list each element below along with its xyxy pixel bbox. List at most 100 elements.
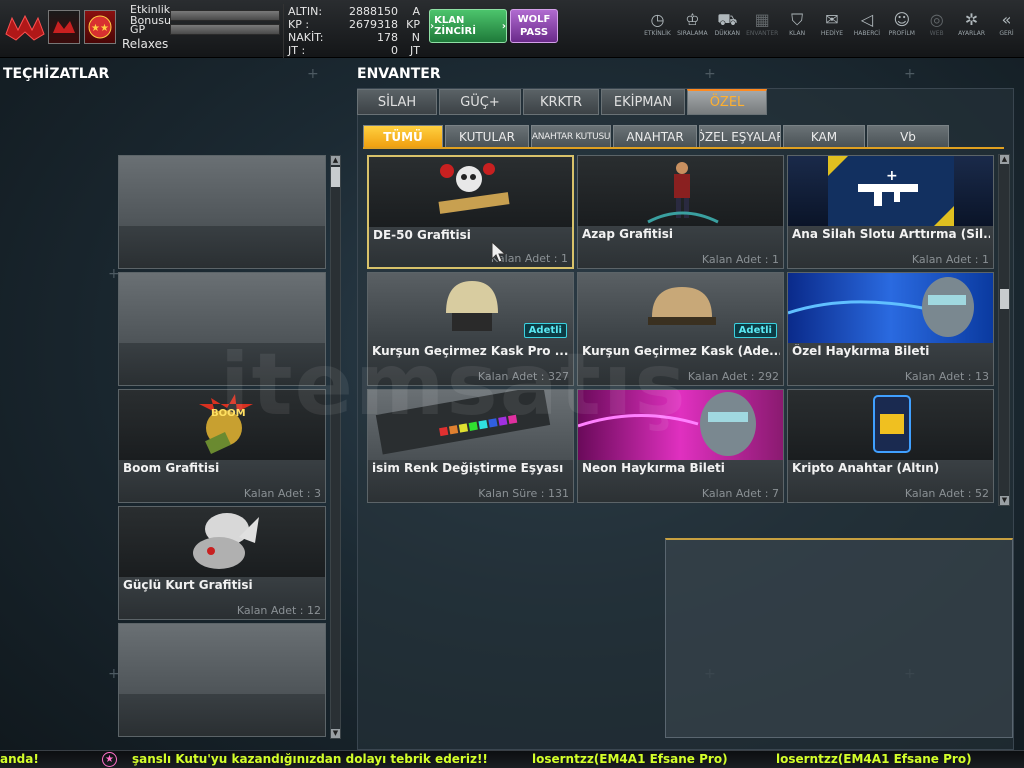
nav-cart[interactable]: ⛟ DÜKKAN	[710, 10, 745, 50]
nav-globe[interactable]: ◎ WEB	[919, 10, 954, 50]
ticker-message: loserntzz(EM4A1 Efsane Pro)	[532, 752, 728, 766]
item-count: Kalan Süre : 131	[478, 487, 569, 500]
nav-megaphone[interactable]: ◁ HABERCİ	[849, 10, 884, 50]
news-ticker: anda! ★ şanslı Kutu'yu kazandığınızdan d…	[0, 750, 1024, 768]
countable-badge: Adetli	[733, 323, 777, 338]
subtab-key[interactable]: ANAHTAR	[613, 125, 697, 148]
nav-profile[interactable]: ☺ PROFİLM	[884, 10, 919, 50]
game-logo-icon	[5, 14, 45, 41]
cash-value: 178	[377, 31, 398, 44]
subtab-key-box[interactable]: ANAHTAR KUTUSU	[531, 125, 611, 148]
item-count: Kalan Adet : 52	[904, 487, 989, 500]
inventory-icon: ▦	[754, 10, 770, 29]
item-name: isim Renk Değiştirme Eşyası	[372, 461, 564, 475]
stopwatch-icon: ◷	[650, 10, 665, 29]
subtab-other[interactable]: Vb	[867, 125, 949, 148]
inventory-item[interactable]: + Ana Silah Slotu Arttırma (Sil... Kalan…	[787, 155, 994, 269]
gp-label: GP	[130, 23, 146, 36]
cash-row: NAKİT: 178 N	[288, 32, 424, 44]
nav-label: KLAN	[789, 30, 806, 37]
ticker-message: loserntzz(EM4A1 Efsane Pro)	[776, 752, 972, 766]
slot-image	[119, 624, 325, 694]
subtab-all[interactable]: TÜMÜ	[363, 125, 443, 148]
globe-icon: ◎	[929, 10, 944, 29]
tab-weapon[interactable]: SİLAH	[357, 89, 437, 115]
inventory-item[interactable]: Azap Grafitisi Kalan Adet : 1	[577, 155, 784, 269]
equipment-scrollbar[interactable]: ▲ ▼	[330, 155, 341, 739]
back-chevrons-icon: «	[1001, 10, 1012, 29]
crypto-key-gold-image	[788, 390, 993, 460]
chevron-right-icon: ›	[501, 20, 506, 32]
main-weapon-slot-image: +	[788, 156, 993, 226]
nav-label: HABERCİ	[853, 30, 881, 37]
equipment-slot[interactable]	[118, 155, 326, 269]
item-name: Boom Grafitisi	[123, 461, 220, 475]
nav-back-chevrons[interactable]: «GERİ	[989, 10, 1024, 50]
clan-chain-button[interactable]: › KLAN ZİNCİRİ ›	[429, 9, 507, 43]
item-name: Ana Silah Slotu Arttırma (Sil...	[792, 227, 990, 241]
item-count: Kalan Adet : 7	[701, 487, 779, 500]
nav-label: ENVANTER	[746, 30, 779, 37]
scroll-up-icon[interactable]: ▲	[331, 156, 340, 165]
equipment-slot[interactable]: Güçlü Kurt Grafitisi Kalan Adet : 12	[118, 506, 326, 620]
star-icon: ★	[102, 752, 117, 767]
wolf-pass-label-line2: PASS	[519, 27, 549, 38]
plus-marker-icon: +	[704, 66, 716, 82]
tab-character[interactable]: KRKTR	[523, 89, 599, 115]
nav-stopwatch[interactable]: ◷ ETKİNLİK	[640, 10, 675, 50]
nav-gift[interactable]: ✉ HEDİYE	[815, 10, 850, 50]
scroll-down-icon[interactable]: ▼	[331, 729, 340, 738]
kp-label: KP :	[288, 18, 310, 31]
nav-label: WEB	[929, 30, 944, 37]
nav-medal[interactable]: ♔ SIRALAMA	[675, 10, 710, 50]
cart-icon: ⛟	[717, 10, 738, 29]
tab-special[interactable]: ÖZEL	[687, 89, 767, 115]
tab-equipment[interactable]: EKİPMAN	[601, 89, 685, 115]
ticker-message: anda!	[0, 752, 39, 766]
scroll-down-icon[interactable]: ▼	[1000, 496, 1009, 505]
inventory-scrollbar[interactable]: ▲ ▼	[998, 154, 1010, 506]
nav-gear[interactable]: ✲ AYARLAR	[954, 10, 989, 50]
jt-value: 0	[391, 44, 398, 57]
scroll-thumb[interactable]	[1000, 289, 1009, 309]
equipment-slot[interactable]	[118, 623, 326, 737]
subtab-special-items[interactable]: ÖZEL EŞYALAR	[699, 125, 781, 148]
plus-marker-icon: +	[904, 66, 916, 82]
nav-inventory[interactable]: ▦ ENVANTER	[745, 10, 780, 50]
inventory-title: ENVANTER	[357, 66, 441, 82]
inventory-item[interactable]: Özel Haykırma Bileti Kalan Adet : 13	[787, 272, 994, 386]
slot-image	[119, 156, 325, 226]
equipment-list: BOOM Boom Grafitisi Kalan Adet : 3 Güçlü…	[118, 155, 326, 737]
subtab-boxes[interactable]: KUTULAR	[445, 125, 529, 148]
rank-stars-icon[interactable]: ★★	[84, 10, 116, 44]
kp-row: KP : 2679318 KP	[288, 19, 424, 31]
item-name: Azap Grafitisi	[582, 227, 674, 241]
tab-power[interactable]: GÜÇ+	[439, 89, 521, 115]
wolf-pass-button[interactable]: WOLF PASS	[510, 9, 558, 43]
inventory-sub-tabs: TÜMÜ KUTULAR ANAHTAR KUTUSU ANAHTAR ÖZEL…	[363, 125, 951, 148]
currency-panel: ALTIN: 2888150 A KP : 2679318 KP NAKİT: …	[283, 4, 425, 58]
nav-label: HEDİYE	[820, 30, 844, 37]
scroll-up-icon[interactable]: ▲	[1000, 155, 1009, 164]
item-count: Kalan Adet : 1	[911, 253, 989, 266]
inventory-grid: DE-50 Grafitisi Kalan Adet : 1 Azap Graf…	[367, 155, 997, 505]
megaphone-icon: ◁	[860, 10, 874, 29]
profile-icon: ☺	[893, 10, 911, 29]
inventory-item[interactable]: Kripto Anahtar (Altın) Kalan Adet : 52	[787, 389, 994, 503]
top-navigation: ◷ ETKİNLİK ♔ SIRALAMA ⛟ DÜKKAN ▦ ENVANTER ⛉ KLAN ✉…	[640, 10, 1024, 50]
medal-icon: ♔	[685, 10, 700, 29]
svg-text:+: +	[886, 168, 898, 184]
sub-tabs-underline	[363, 147, 1004, 149]
clan-mark-icon[interactable]	[48, 10, 80, 44]
gp-bar	[170, 24, 280, 35]
inventory-item[interactable]: DE-50 Grafitisi Kalan Adet : 1	[367, 155, 574, 269]
slot-image	[119, 273, 325, 343]
clan-chain-label: KLAN ZİNCİRİ	[434, 15, 476, 37]
scroll-thumb[interactable]	[331, 167, 340, 187]
special-shout-ticket-image	[788, 273, 993, 343]
item-name: Kripto Anahtar (Altın)	[792, 461, 940, 475]
nav-clan-shield[interactable]: ⛉ KLAN	[780, 10, 815, 50]
subtab-cam[interactable]: KAM	[783, 125, 865, 148]
jt-label: JT :	[288, 44, 306, 57]
item-count: Kalan Adet : 12	[236, 604, 321, 617]
